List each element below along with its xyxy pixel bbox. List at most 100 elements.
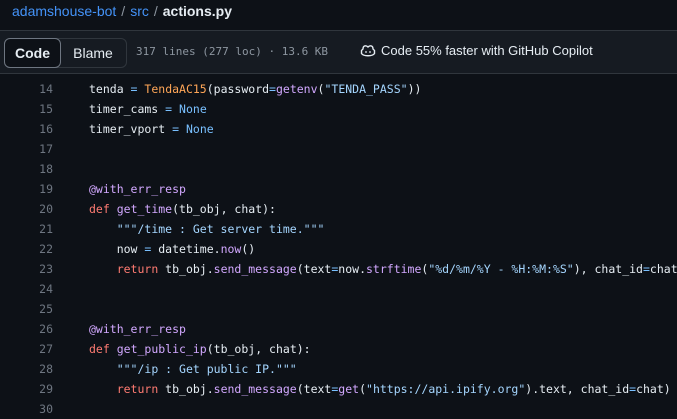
code-line: 17 (0, 139, 677, 159)
code-token: now (89, 242, 145, 256)
code-token: def (89, 342, 110, 356)
code-text: return tb_obj.send_message(text=get("htt… (89, 382, 671, 396)
code-line: 15 timer_cams = None (0, 99, 677, 119)
code-text: def get_public_ip(tb_obj, chat): (89, 342, 311, 356)
code-line: 18 (0, 159, 677, 179)
copilot-icon (360, 44, 376, 56)
code-token: chat) (636, 382, 671, 396)
code-line: 24 (0, 279, 677, 299)
code-token: """/ip : Get public IP.""" (116, 362, 297, 376)
code-line: 20 def get_time(tb_obj, chat): (0, 199, 677, 219)
code-text: timer_cams = None (89, 102, 207, 116)
code-token: tb_obj. (158, 382, 214, 396)
code-token: "%d/%m/%Y - %H:%M:%S" (428, 262, 574, 276)
code-token: now. (338, 262, 366, 276)
code-text: return tb_obj.send_message(text = now.strf… (89, 262, 677, 276)
line-number[interactable]: 25 (0, 302, 53, 316)
code-line: 19 @with_err_resp (0, 179, 677, 199)
code-token: getenv (275, 82, 318, 96)
breadcrumb: adamshouse-bot / src / actions.py (12, 0, 232, 22)
line-number[interactable]: 16 (0, 122, 53, 136)
breadcrumb-current-file: actions.py (162, 3, 232, 19)
code-token: "https://api.ipify.org" (366, 382, 526, 396)
code-token: chat) (649, 262, 677, 276)
line-number[interactable]: 19 (0, 182, 53, 196)
code-text: @with_err_resp (89, 322, 186, 336)
code-line: 16 timer_vport = None (0, 119, 677, 139)
blame-tab-button[interactable]: Blame (60, 39, 126, 67)
code-token: return (116, 382, 159, 396)
code-text: """/ip : Get public IP.""" (89, 362, 297, 376)
line-number[interactable]: 15 (0, 102, 53, 116)
view-toggle: Code Blame (4, 38, 127, 68)
line-number[interactable]: 27 (0, 342, 53, 356)
code-tab-button[interactable]: Code (4, 38, 61, 68)
code-token: timer_vport (89, 122, 173, 136)
code-token: ( (359, 382, 367, 396)
breadcrumb-separator: / (121, 3, 126, 19)
breadcrumb-repo-link[interactable]: adamshouse-bot (12, 3, 116, 19)
code-text: @with_err_resp (89, 182, 186, 196)
copilot-promo-label: Code 55% faster with GitHub Copilot (381, 43, 593, 58)
code-line: 21 """/time : Get server time.""" (0, 219, 677, 239)
line-number[interactable]: 30 (0, 402, 53, 416)
line-number[interactable]: 23 (0, 262, 53, 276)
code-token: send_message (213, 382, 297, 396)
code-line: 26 @with_err_resp (0, 319, 677, 339)
code-line: 30 (0, 399, 677, 419)
code-token: (text (296, 262, 332, 276)
code-token: def (89, 202, 110, 216)
breadcrumb-separator: / (153, 3, 158, 19)
code-line: 22 now = datetime.now() (0, 239, 677, 259)
code-token: ), chat_id (573, 262, 643, 276)
code-token: @with_err_resp (89, 322, 186, 336)
line-number[interactable]: 17 (0, 142, 53, 156)
breadcrumb-folder-link[interactable]: src (130, 3, 149, 19)
code-token: = (269, 82, 276, 96)
code-token: () (241, 242, 256, 256)
code-token: = (642, 262, 650, 276)
code-token: @with_err_resp (89, 182, 186, 196)
code-token: """/time : Get server time.""" (116, 222, 325, 236)
code-token: now (220, 242, 242, 256)
code-token: (tb_obj, chat): (206, 342, 311, 356)
line-number[interactable]: 18 (0, 162, 53, 176)
code-token: "TENDA_PASS" (324, 82, 408, 96)
code-token: )) (407, 82, 422, 96)
code-token: (text (296, 382, 332, 396)
file-toolbar: Code Blame 317 lines (277 loc) · 13.6 KB… (0, 30, 677, 74)
code-token: = (172, 122, 180, 136)
code-token: timer_cams (89, 102, 166, 116)
code-line: 14 tenda = TendaAC15(password=getenv("TEN… (0, 79, 677, 99)
code-token: get (338, 382, 360, 396)
line-number[interactable]: 24 (0, 282, 53, 296)
code-line: 27 def get_public_ip(tb_obj, chat): (0, 339, 677, 359)
code-token: tenda (89, 82, 131, 96)
code-text: def get_time(tb_obj, chat): (89, 202, 276, 216)
code-line: 28 """/ip : Get public IP.""" (0, 359, 677, 379)
code-line: 29 return tb_obj.send_message(text=get("… (0, 379, 677, 399)
line-number[interactable]: 22 (0, 242, 53, 256)
code-token: (tb_obj, chat): (172, 202, 276, 216)
line-number[interactable]: 29 (0, 382, 53, 396)
code-line: 23 return tb_obj.send_message(text = now.s… (0, 259, 677, 279)
code-text: """/time : Get server time.""" (89, 222, 325, 236)
code-token: strftime (366, 262, 422, 276)
code-text: tenda = TendaAC15(password=getenv("TENDA… (89, 82, 421, 96)
code-token: get_public_ip (116, 342, 207, 356)
line-number[interactable]: 20 (0, 202, 53, 216)
line-number[interactable]: 26 (0, 322, 53, 336)
line-number[interactable]: 14 (0, 82, 53, 96)
copilot-promo-link[interactable]: Code 55% faster with GitHub Copilot (360, 43, 593, 58)
code-token: tb_obj. (158, 262, 214, 276)
line-number[interactable]: 28 (0, 362, 53, 376)
line-number[interactable]: 21 (0, 222, 53, 236)
code-token: ).text, chat_id (525, 382, 630, 396)
code-line: 25 (0, 299, 677, 319)
